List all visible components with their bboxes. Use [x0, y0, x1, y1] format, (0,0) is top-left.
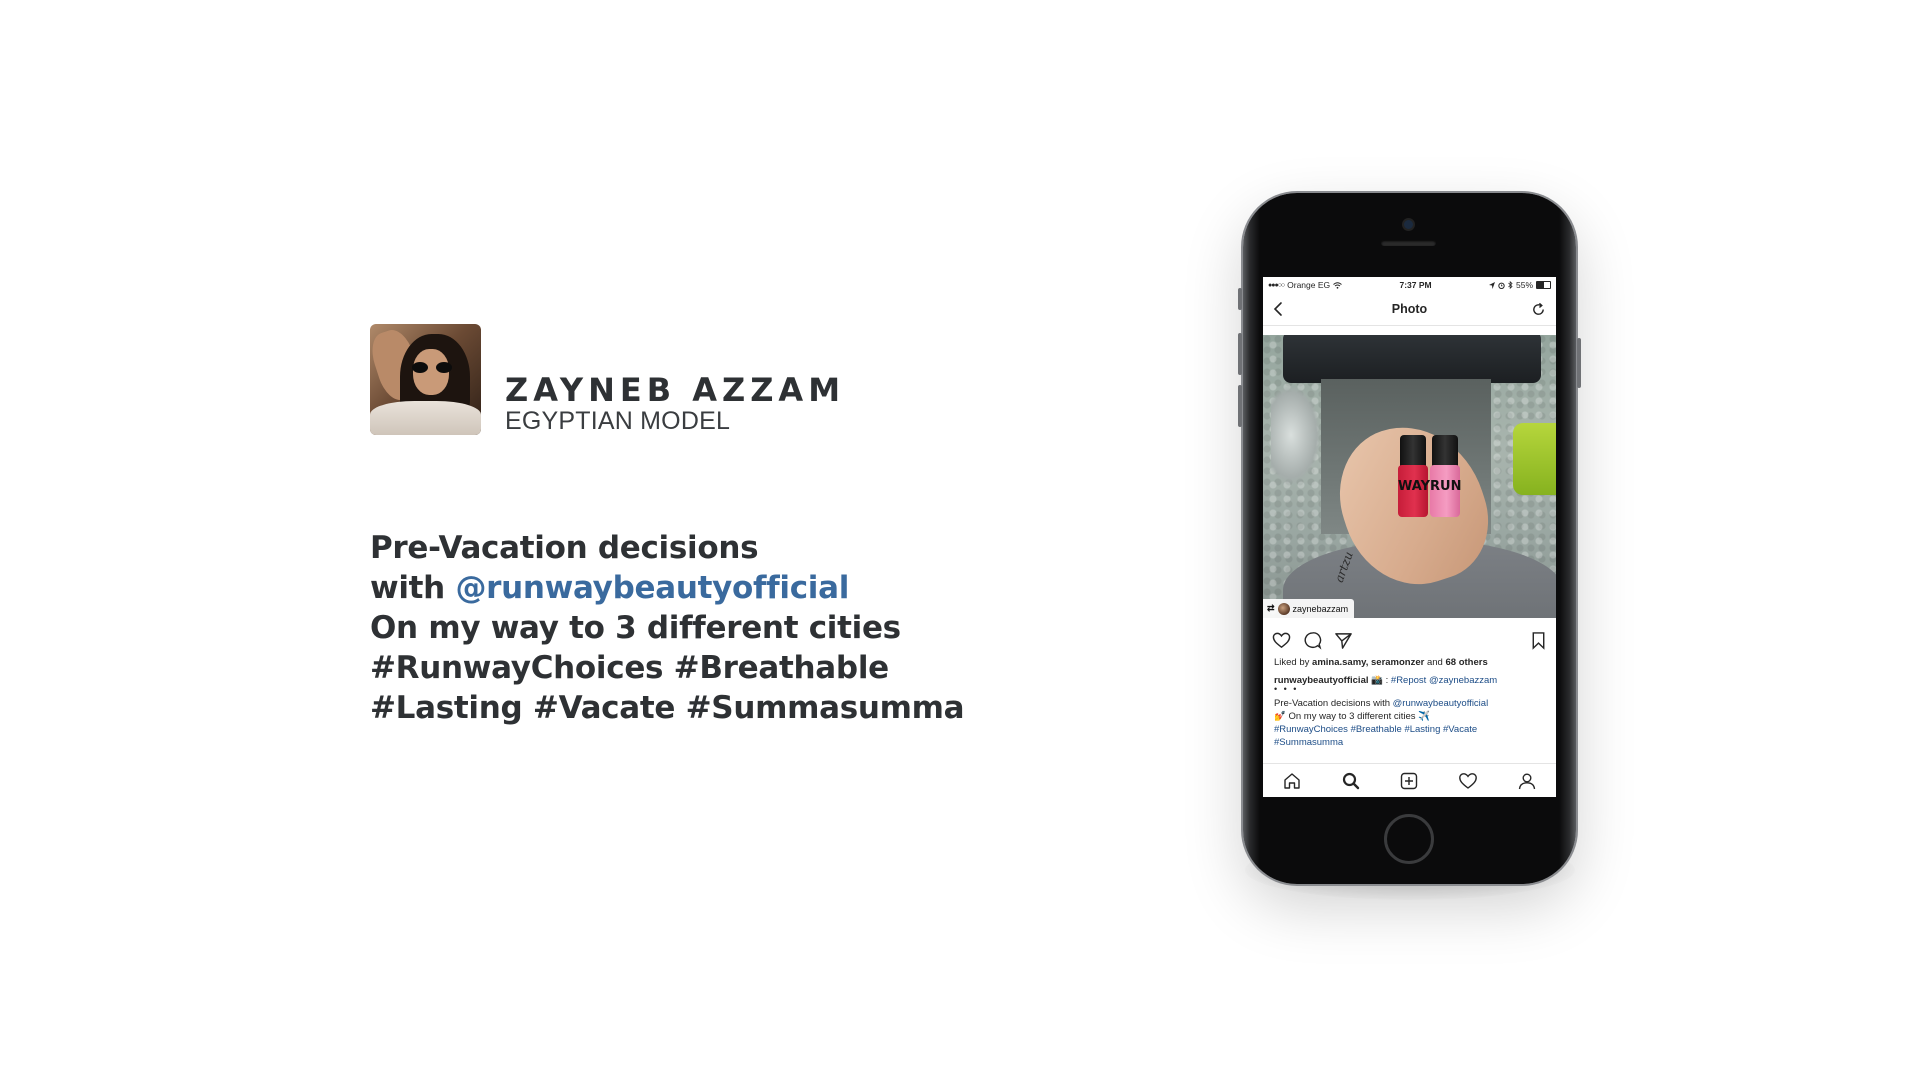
pink-nail-polish: RUN	[1430, 435, 1462, 517]
mute-switch	[1238, 288, 1242, 310]
caption-line-4: #RunwayChoices #Breathable	[370, 650, 889, 686]
post-caption: runwaybeautyofficial 📸 : #Repost @zayneb…	[1274, 674, 1546, 749]
status-bar: ●●●○○ Orange EG 7:37 PM 55%	[1263, 277, 1556, 293]
repost-hashtag[interactable]: #Repost	[1391, 675, 1426, 686]
battery-icon	[1536, 281, 1551, 289]
nav-bar: Photo	[1263, 293, 1556, 326]
front-camera	[1404, 220, 1413, 229]
bookmark-icon[interactable]	[1529, 631, 1548, 650]
clock: 7:37 PM	[1399, 280, 1432, 290]
volume-up-button	[1238, 333, 1242, 375]
location-icon	[1488, 281, 1495, 289]
repost-avatar	[1277, 602, 1290, 615]
post-caption-text: Pre-Vacation decisions with @runwaybeaut…	[370, 528, 965, 728]
profile-role: EGYPTIAN MODEL	[505, 407, 731, 435]
carrier-label: Orange EG	[1287, 280, 1331, 290]
mention-link[interactable]: @runwaybeautyofficial	[455, 570, 849, 606]
refresh-icon[interactable]	[1531, 302, 1546, 317]
avatar	[370, 324, 481, 435]
home-icon[interactable]	[1282, 771, 1302, 791]
body-line-2: 💅 On my way to 3 different cities ✈️	[1274, 711, 1431, 722]
earpiece-speaker	[1381, 240, 1436, 246]
liker-names[interactable]: amina.samy, seramonzer	[1312, 657, 1424, 668]
add-post-icon[interactable]	[1399, 771, 1419, 791]
comment-icon[interactable]	[1303, 631, 1322, 650]
repost-mention[interactable]: @zaynebazzam	[1429, 675, 1497, 686]
page: ZAYNEB AZZAM EGYPTIAN MODEL Pre-Vacation…	[0, 0, 1920, 1080]
body-mention[interactable]: @runwaybeautyofficial	[1393, 698, 1489, 709]
phone-mockup: ●●●○○ Orange EG 7:37 PM 55% Photo artzu …	[1238, 193, 1581, 884]
profile-header: ZAYNEB AZZAM EGYPTIAN MODEL	[370, 324, 845, 435]
hashtags-line-1[interactable]: #RunwayChoices #Breathable #Lasting #Vac…	[1274, 723, 1546, 736]
power-button	[1577, 338, 1581, 388]
volume-down-button	[1238, 385, 1242, 427]
caption-line-2: with @runwaybeautyofficial	[370, 570, 850, 606]
profile-icon[interactable]	[1517, 771, 1537, 791]
camera-emoji: 📸	[1371, 675, 1383, 686]
post-photo[interactable]: artzu WAY RUN ⇄ zaynebazzam	[1263, 335, 1556, 618]
activity-heart-icon[interactable]	[1458, 771, 1478, 791]
repost-username: zaynebazzam	[1292, 603, 1349, 614]
repost-tag[interactable]: ⇄ zaynebazzam	[1263, 599, 1355, 618]
caption-line-1: Pre-Vacation decisions	[370, 530, 759, 566]
repost-icon: ⇄	[1267, 603, 1275, 613]
wifi-icon	[1333, 281, 1342, 289]
polish-label-red: WAY	[1398, 479, 1430, 494]
red-nail-polish: WAY	[1398, 435, 1430, 517]
share-icon[interactable]	[1334, 631, 1353, 650]
profile-text: ZAYNEB AZZAM EGYPTIAN MODEL	[505, 372, 845, 435]
heart-icon[interactable]	[1272, 631, 1291, 650]
bluetooth-icon	[1508, 281, 1513, 289]
caption-line-5: #Lasting #Vacate #Summasumma	[370, 690, 965, 726]
hashtags-line-2[interactable]: #Summasumma	[1274, 736, 1546, 749]
battery-percent: 55%	[1515, 280, 1533, 290]
search-icon[interactable]	[1341, 771, 1361, 791]
home-button[interactable]	[1384, 814, 1434, 864]
likes-text: Liked by amina.samy, seramonzer and 68 o…	[1274, 657, 1488, 668]
action-row	[1263, 629, 1556, 651]
tab-bar	[1263, 763, 1556, 797]
chevron-left-icon[interactable]	[1271, 301, 1287, 317]
caption-line-3: On my way to 3 different cities	[370, 610, 901, 646]
phone-screen: ●●●○○ Orange EG 7:37 PM 55% Photo artzu …	[1263, 277, 1556, 797]
nav-title: Photo	[1391, 302, 1428, 316]
likes-others[interactable]: 68 others	[1445, 657, 1487, 668]
sunglasses	[412, 362, 452, 373]
profile-name: ZAYNEB AZZAM	[505, 371, 846, 409]
polish-label-pink: RUN	[1430, 479, 1462, 494]
alarm-icon	[1498, 282, 1505, 289]
signal-icon: ●●●○○	[1268, 281, 1285, 289]
